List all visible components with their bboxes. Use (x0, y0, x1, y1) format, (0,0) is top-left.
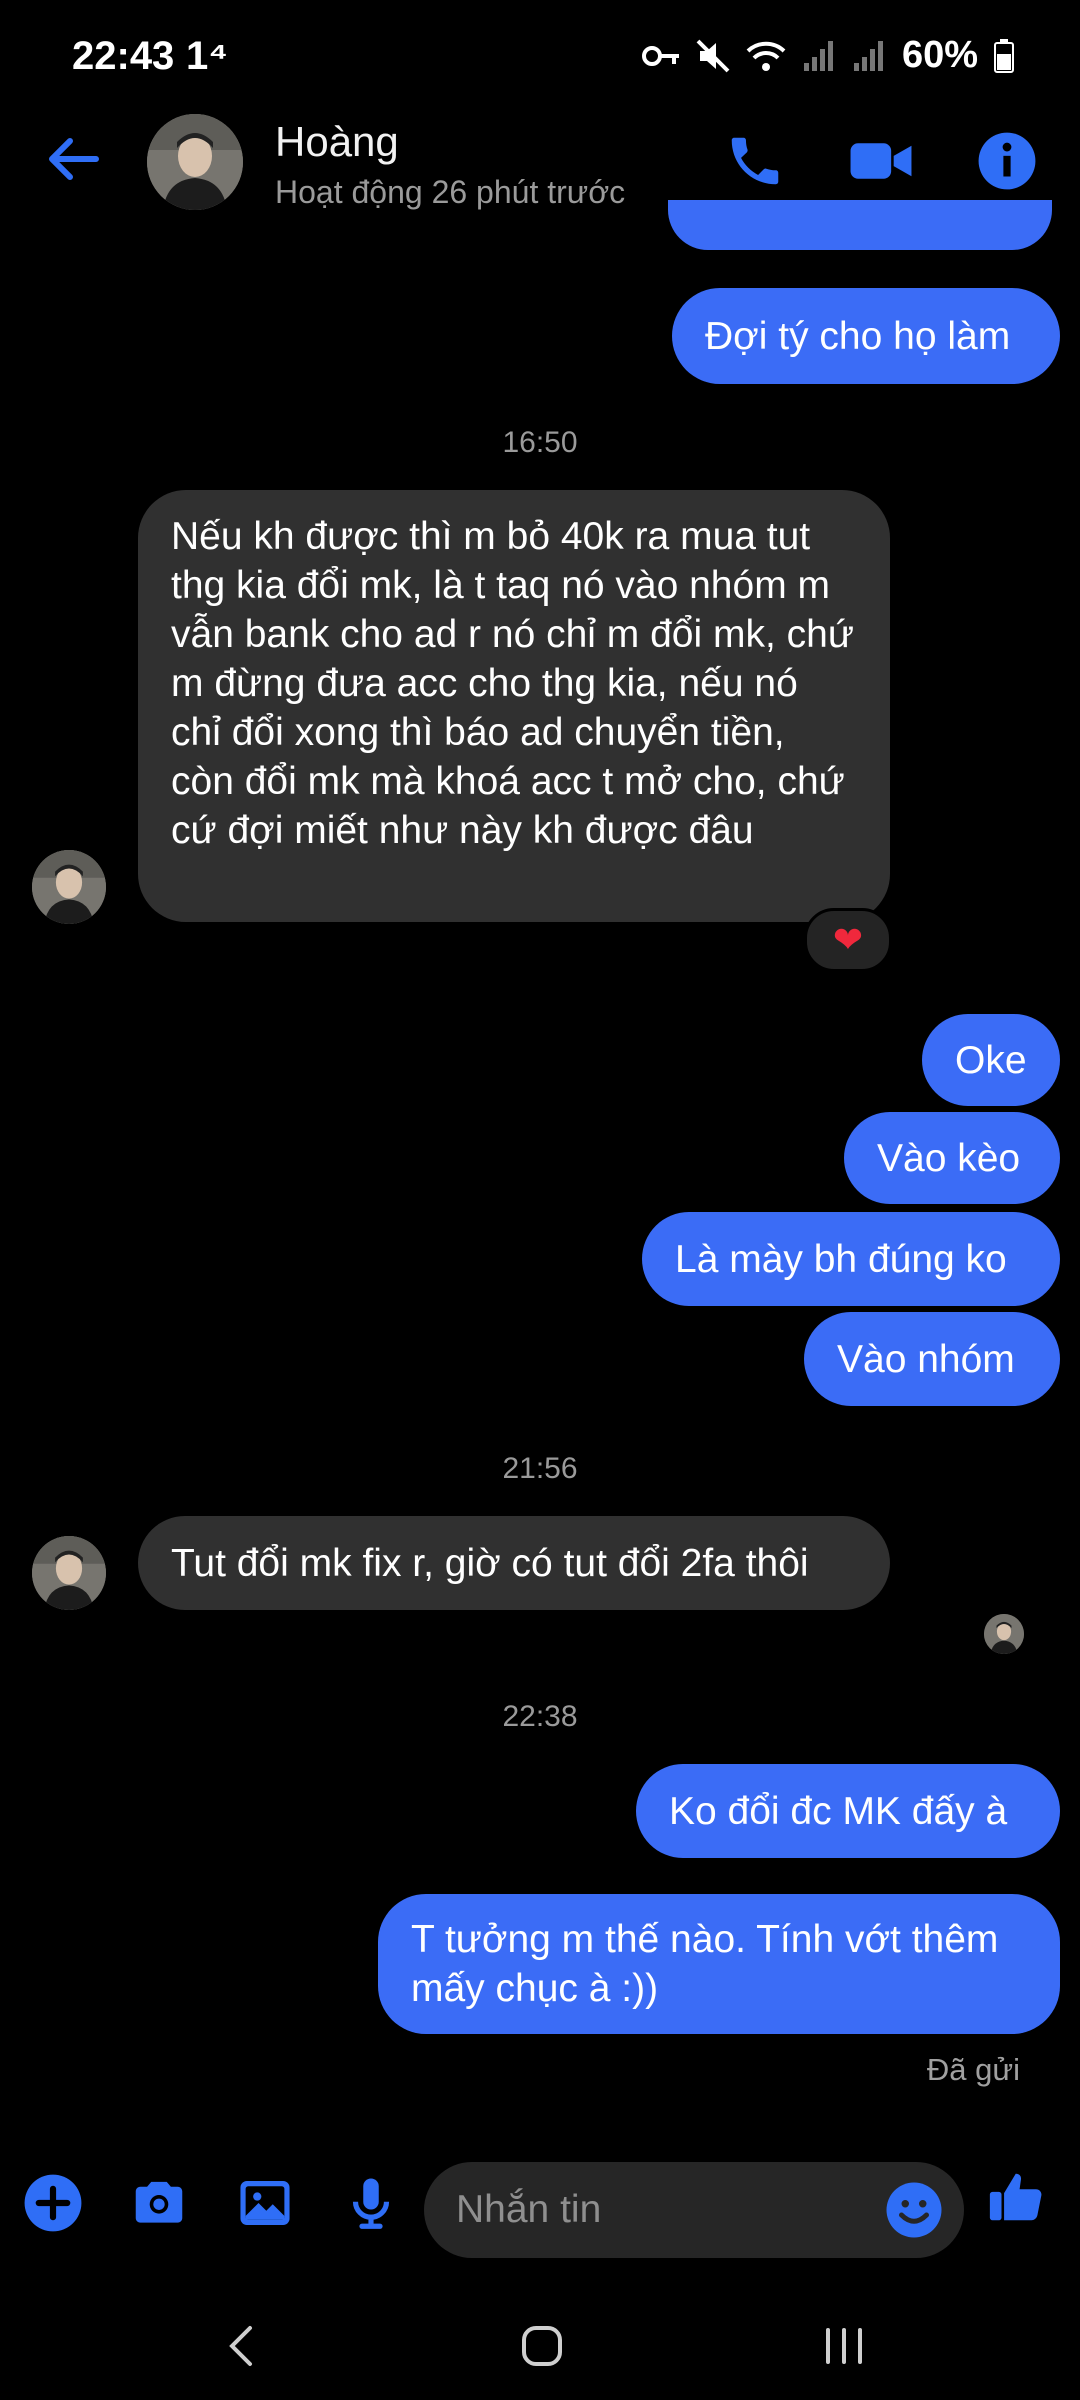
sender-avatar[interactable] (32, 850, 106, 924)
message-outgoing[interactable]: Vào kèo (844, 1112, 1060, 1204)
message-outgoing[interactable]: Oke (922, 1014, 1060, 1106)
message-text: Là mày bh đúng ko (675, 1237, 1007, 1281)
message-text: Vào nhóm (837, 1337, 1015, 1381)
sender-avatar[interactable] (32, 1536, 106, 1610)
chevron-left-icon (229, 2326, 252, 2366)
message-input-placeholder: Nhắn tin (456, 2188, 602, 2231)
thumbs-up-icon (989, 2173, 1042, 2221)
video-camera-icon (850, 143, 912, 179)
voice-call-button[interactable] (724, 130, 786, 192)
image-icon (240, 2181, 290, 2225)
battery-percent: 60% (901, 34, 978, 76)
message-text: Oke (955, 1038, 1027, 1082)
microphone-icon (352, 2178, 390, 2229)
message-outgoing[interactable]: Là mày bh đúng ko (642, 1212, 1060, 1306)
nav-back-button[interactable] (212, 2316, 272, 2376)
smiley-icon (886, 2182, 942, 2238)
timestamp: 16:50 (502, 426, 578, 459)
notification-count: 1⁴ (186, 34, 229, 78)
home-square-icon (522, 2326, 562, 2366)
phone-icon (731, 137, 779, 185)
nav-home-button[interactable] (512, 2316, 572, 2376)
timestamp: 21:56 (502, 1452, 578, 1485)
video-call-button[interactable] (848, 130, 912, 192)
contact-active-status: Hoạt động 26 phút trước (275, 174, 626, 210)
message-input[interactable]: Nhắn tin (424, 2162, 964, 2258)
reaction-badge[interactable]: ❤ (804, 908, 892, 972)
mute-icon (696, 39, 730, 72)
wifi-icon (746, 41, 786, 71)
timestamp: 22:38 (502, 1700, 578, 1733)
message-outgoing[interactable]: Đợi tý cho họ làm (672, 288, 1060, 384)
status-time: 22:43 (72, 34, 175, 78)
plus-circle-icon (24, 2174, 82, 2232)
message-incoming[interactable]: Tut đổi mk fix r, giờ có tut đổi 2fa thô… (138, 1516, 890, 1610)
emoji-button[interactable] (884, 2180, 944, 2240)
info-icon (978, 132, 1036, 190)
contact-name[interactable]: Hoàng (275, 118, 399, 166)
gallery-button[interactable] (234, 2172, 296, 2234)
like-button[interactable] (986, 2166, 1048, 2228)
recents-icon (826, 2328, 862, 2364)
signal-1-icon (803, 40, 833, 71)
voice-record-button[interactable] (340, 2172, 402, 2234)
nav-recents-button[interactable] (814, 2316, 874, 2376)
message-bubble-partial[interactable] (668, 200, 1052, 250)
message-text: Ko đổi đc MK đấy à (669, 1789, 1008, 1833)
signal-2-icon (853, 40, 883, 71)
arrow-left-icon (49, 138, 99, 180)
message-text: Đợi tý cho họ làm (705, 314, 1011, 358)
more-actions-button[interactable] (22, 2172, 84, 2234)
status-icons: 60% (641, 34, 1014, 77)
message-text: Nếu kh được thì m bỏ 40k ra mua tut thg … (171, 515, 854, 852)
message-incoming[interactable]: Nếu kh được thì m bỏ 40k ra mua tut thg … (138, 490, 890, 922)
conversation-info-button[interactable] (976, 130, 1038, 192)
key-icon (641, 45, 679, 66)
heart-icon: ❤ (832, 919, 864, 960)
battery-icon (994, 38, 1014, 73)
camera-icon (135, 2181, 183, 2223)
contact-avatar[interactable] (147, 114, 243, 210)
seen-indicator-avatar (984, 1614, 1024, 1654)
camera-button[interactable] (128, 2172, 190, 2234)
delivery-status: Đã gửi (926, 2052, 1020, 2087)
message-outgoing[interactable]: T tưởng m thế nào. Tính vớt thêm mấy chụ… (378, 1894, 1060, 2034)
message-outgoing[interactable]: Vào nhóm (804, 1312, 1060, 1406)
back-button[interactable] (42, 128, 104, 190)
message-text: Tut đổi mk fix r, giờ có tut đổi 2fa thô… (171, 1541, 809, 1585)
message-text: Vào kèo (877, 1136, 1021, 1180)
message-text: T tưởng m thế nào. Tính vớt thêm mấy chụ… (411, 1918, 999, 2010)
message-outgoing[interactable]: Ko đổi đc MK đấy à (636, 1764, 1060, 1858)
